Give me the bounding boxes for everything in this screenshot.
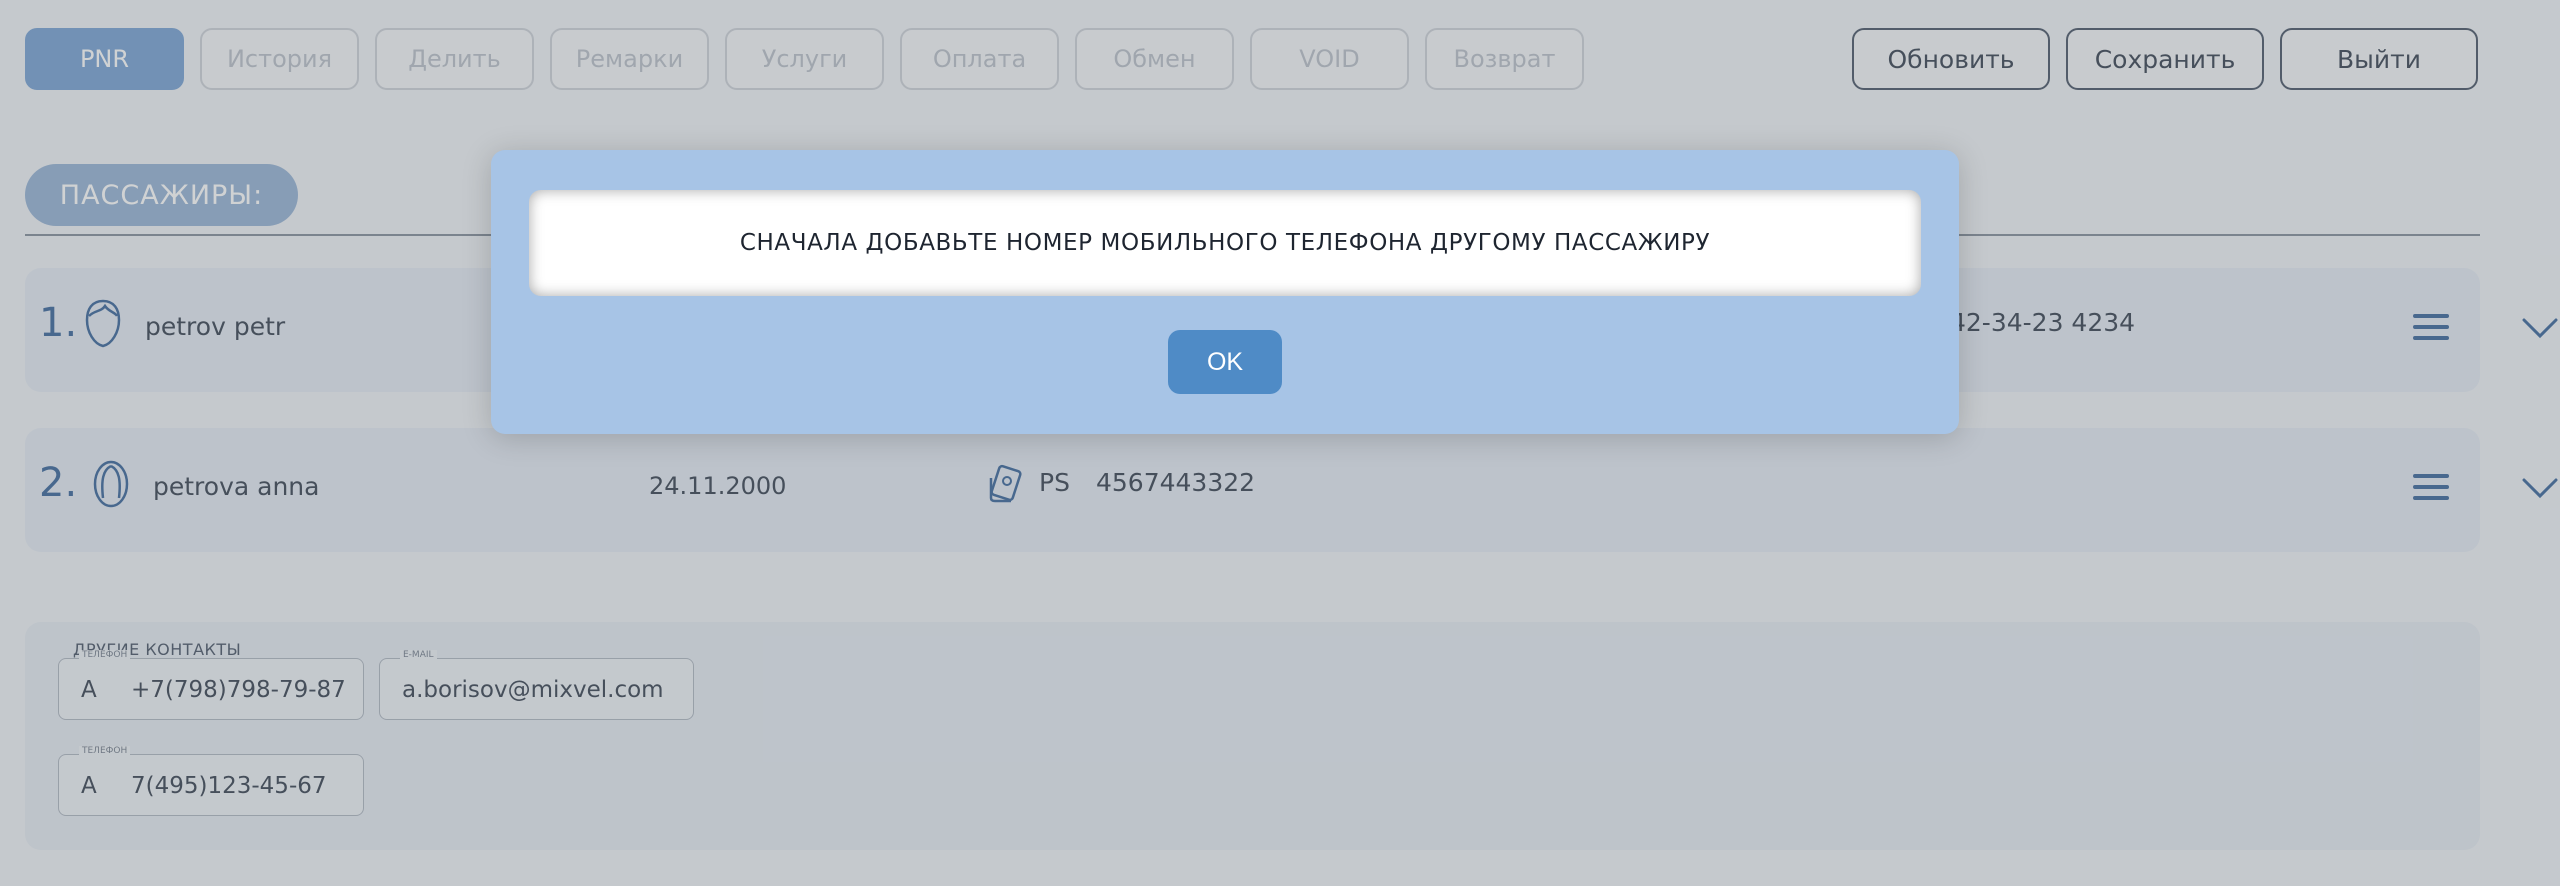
ok-button[interactable]: OK (1168, 330, 1282, 394)
dialog-message: СНАЧАЛА ДОБАВЬТЕ НОМЕР МОБИЛЬНОГО ТЕЛЕФО… (529, 190, 1921, 296)
alert-dialog: СНАЧАЛА ДОБАВЬТЕ НОМЕР МОБИЛЬНОГО ТЕЛЕФО… (491, 150, 1959, 434)
modal-overlay (0, 0, 2560, 886)
app-window: PNR История Делить Ремарки Услуги Оплата… (0, 0, 2560, 886)
